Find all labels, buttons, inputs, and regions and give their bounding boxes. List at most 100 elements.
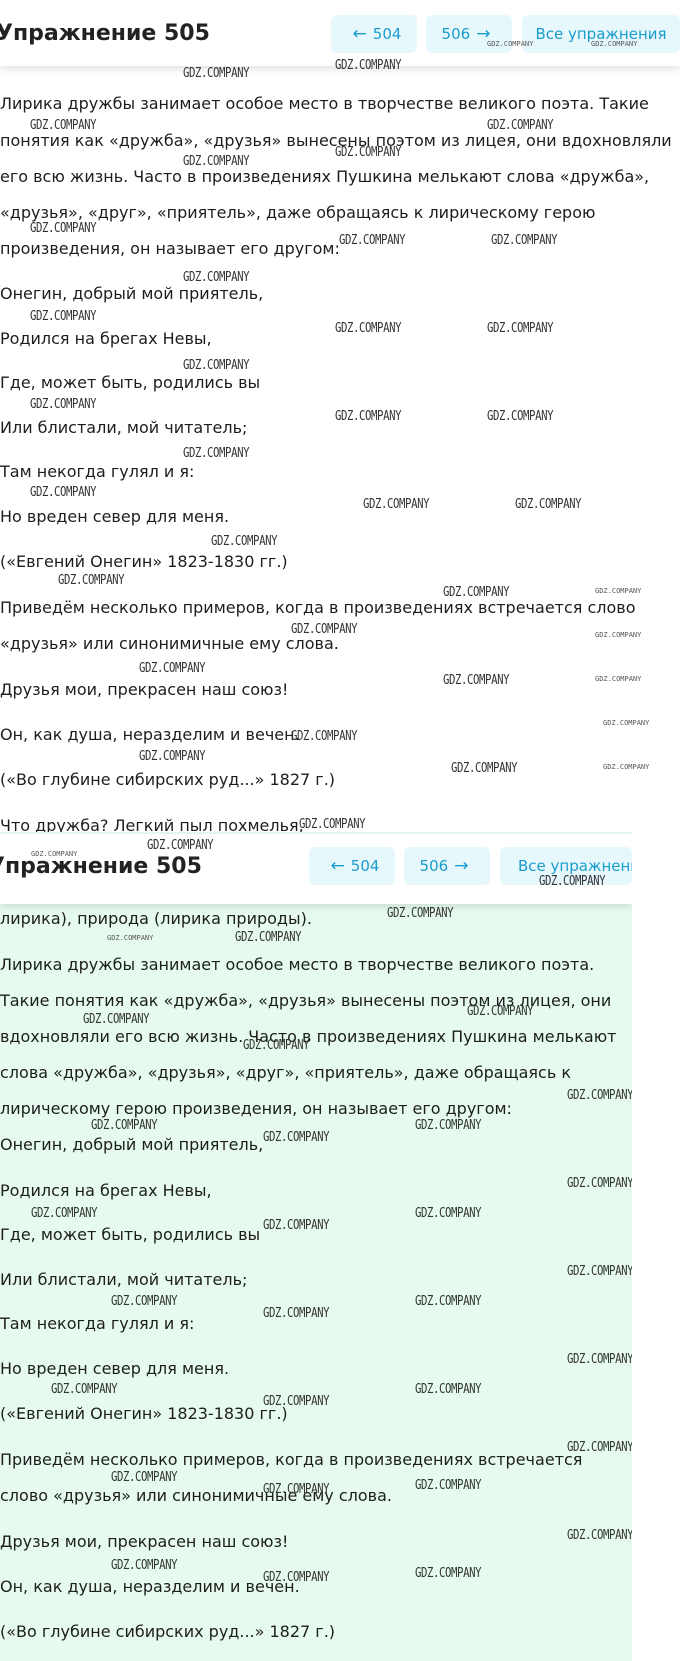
arrow-right-icon: →	[454, 856, 469, 876]
next-exercise-label: 506	[419, 857, 449, 875]
poem-line: Родился на брегах Невы,	[0, 329, 212, 348]
watermark: GDZ.COMPANY	[415, 1478, 482, 1493]
text-line: лирическому герою произведения, он назыв…	[0, 1099, 512, 1118]
prev-exercise-button[interactable]: ← 504	[309, 847, 395, 885]
next-exercise-button[interactable]: 506 →	[404, 847, 490, 885]
poem-line: Что дружба? Легкий пыл похмелья,	[0, 816, 304, 832]
watermark: GDZ.COMPANY	[595, 675, 642, 683]
watermark: GDZ.COMPANY	[451, 761, 518, 776]
page-title: Упражнение 505	[0, 21, 210, 46]
watermark: GDZ.COMPANY	[31, 850, 78, 858]
prev-exercise-label: 504	[372, 25, 402, 43]
watermark: GDZ.COMPANY	[83, 1012, 150, 1027]
poem-line: Онегин, добрый мой приятель,	[0, 284, 264, 303]
watermark: GDZ.COMPANY	[183, 358, 250, 373]
text-line: слова «дружба», «друзья», «друг», «прият…	[0, 1063, 572, 1082]
watermark: GDZ.COMPANY	[567, 1528, 632, 1543]
poem-line: Там некогда гулял и я:	[0, 462, 195, 481]
citation-line: («Евгений Онегин» 1823-1830 гг.)	[0, 1404, 288, 1423]
watermark: GDZ.COMPANY	[31, 1206, 98, 1221]
watermark: GDZ.COMPANY	[263, 1482, 330, 1497]
watermark: GDZ.COMPANY	[30, 221, 97, 236]
poem-line: Он, как душа, неразделим и вечен.	[0, 1577, 300, 1596]
poem-line: Но вреден север для меня.	[0, 507, 230, 526]
watermark: GDZ.COMPANY	[91, 1118, 158, 1133]
watermark: GDZ.COMPANY	[30, 118, 97, 133]
arrow-left-icon: ←	[352, 24, 367, 44]
text-line: произведения, он называет его другом:	[0, 239, 340, 258]
text-line: «друзья» или синонимичные ему слова.	[0, 634, 339, 653]
watermark: GDZ.COMPANY	[111, 1470, 178, 1485]
poem-line: Или блистали, мой читатель;	[0, 418, 248, 437]
text-line: Приведём несколько примеров, когда в про…	[0, 598, 636, 617]
watermark: GDZ.COMPANY	[539, 874, 606, 889]
citation-line: («Евгений Онегин» 1823-1830 гг.)	[0, 552, 288, 571]
watermark: GDZ.COMPANY	[58, 573, 125, 588]
poem-line: Но вреден север для меня.	[0, 1359, 230, 1378]
text-line: Лирика дружбы занимает особое место в тв…	[0, 94, 649, 113]
watermark: GDZ.COMPANY	[139, 661, 206, 676]
exercise-panel-top: Упражнение 505 ← 504 506 → Все упражнени…	[0, 0, 680, 832]
watermark: GDZ.COMPANY	[299, 817, 366, 832]
watermark: GDZ.COMPANY	[415, 1118, 482, 1133]
citation-line: («Во глубине сибирских руд...» 1827 г.)	[0, 770, 336, 789]
poem-line: Друзья мои, прекрасен наш союз!	[0, 680, 289, 699]
next-exercise-label: 506	[441, 25, 471, 43]
watermark: GDZ.COMPANY	[183, 270, 250, 285]
watermark: GDZ.COMPANY	[567, 1264, 632, 1279]
watermark: GDZ.COMPANY	[139, 749, 206, 764]
poem-line: Где, может быть, родились вы	[0, 1225, 261, 1244]
watermark: GDZ.COMPANY	[263, 1130, 330, 1145]
watermark: GDZ.COMPANY	[335, 58, 402, 73]
text-line: лирика), природа (лирика природы).	[0, 909, 312, 928]
watermark: GDZ.COMPANY	[183, 154, 250, 169]
watermark: GDZ.COMPANY	[291, 729, 358, 744]
watermark: GDZ.COMPANY	[30, 397, 97, 412]
poem-line: Где, может быть, родились вы	[0, 373, 261, 392]
all-exercises-label: Все упражнения	[518, 857, 632, 875]
watermark: GDZ.COMPANY	[487, 118, 554, 133]
prev-exercise-button[interactable]: ← 504	[331, 15, 417, 53]
watermark: GDZ.COMPANY	[487, 40, 534, 48]
text-line: Приведём несколько примеров, когда в про…	[0, 1450, 583, 1469]
exercise-header: Упражнение 505 ← 504 506 → Все упражнени…	[0, 0, 680, 66]
watermark: GDZ.COMPANY	[335, 321, 402, 336]
watermark: GDZ.COMPANY	[30, 309, 97, 324]
watermark: GDZ.COMPANY	[415, 1566, 482, 1581]
watermark: GDZ.COMPANY	[387, 906, 454, 921]
exercise-panel-bottom: Упражнение 505 ← 504 506 → Все упражнени…	[0, 832, 632, 1661]
watermark: GDZ.COMPANY	[567, 1352, 632, 1367]
citation-line: («Во глубине сибирских руд...» 1827 г.)	[0, 1622, 336, 1641]
watermark: GDZ.COMPANY	[235, 930, 302, 945]
watermark: GDZ.COMPANY	[111, 1558, 178, 1573]
poem-line: Он, как душа, неразделим и вечен.	[0, 725, 300, 744]
watermark: GDZ.COMPANY	[603, 763, 650, 771]
watermark: GDZ.COMPANY	[183, 446, 250, 461]
watermark: GDZ.COMPANY	[183, 66, 250, 81]
watermark: GDZ.COMPANY	[595, 631, 642, 639]
text-line: Лирика дружбы занимает особое место в тв…	[0, 955, 595, 974]
watermark: GDZ.COMPANY	[591, 40, 638, 48]
watermark: GDZ.COMPANY	[51, 1382, 118, 1397]
watermark: GDZ.COMPANY	[335, 409, 402, 424]
watermark: GDZ.COMPANY	[211, 534, 278, 549]
watermark: GDZ.COMPANY	[567, 1176, 632, 1191]
watermark: GDZ.COMPANY	[111, 1294, 178, 1309]
arrow-left-icon: ←	[330, 856, 345, 876]
watermark: GDZ.COMPANY	[363, 497, 430, 512]
watermark: GDZ.COMPANY	[467, 1004, 534, 1019]
watermark: GDZ.COMPANY	[263, 1394, 330, 1409]
poem-line: Или блистали, мой читатель;	[0, 1270, 248, 1289]
text-line: слово «друзья» или синонимичные ему слов…	[0, 1486, 392, 1505]
watermark: GDZ.COMPANY	[30, 485, 97, 500]
watermark: GDZ.COMPANY	[595, 587, 642, 595]
watermark: GDZ.COMPANY	[443, 585, 510, 600]
poem-line: Онегин, добрый мой приятель,	[0, 1135, 264, 1154]
watermark: GDZ.COMPANY	[491, 233, 558, 248]
watermark: GDZ.COMPANY	[567, 1440, 632, 1455]
watermark: GDZ.COMPANY	[415, 1294, 482, 1309]
watermark: GDZ.COMPANY	[443, 673, 510, 688]
watermark: GDZ.COMPANY	[415, 1206, 482, 1221]
watermark: GDZ.COMPANY	[335, 145, 402, 160]
poem-line: Родился на брегах Невы,	[0, 1181, 212, 1200]
